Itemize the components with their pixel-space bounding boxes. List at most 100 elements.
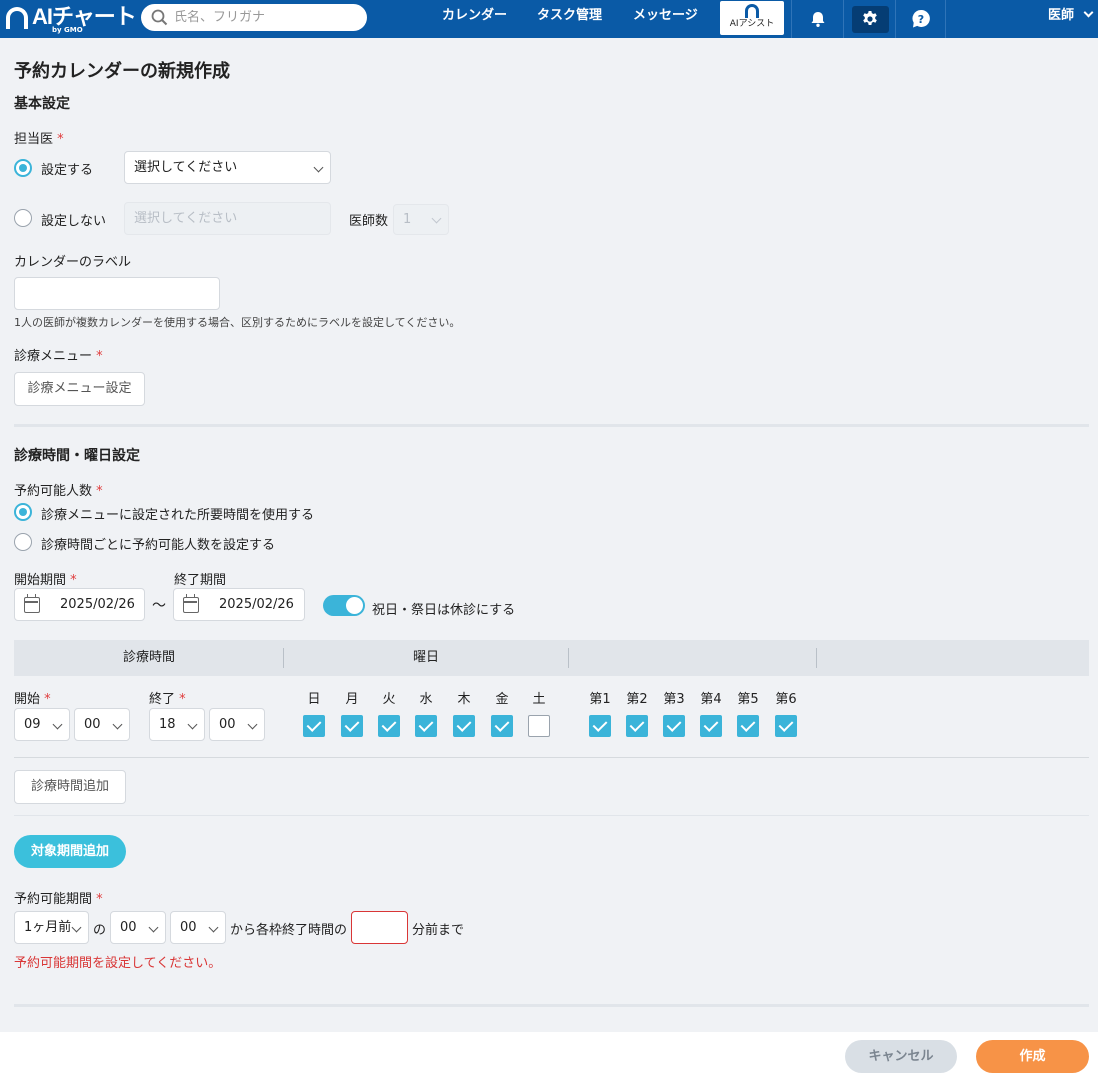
logo-arch-icon bbox=[6, 7, 28, 29]
booking-minutes-input[interactable] bbox=[351, 911, 408, 944]
week-label-6: 第6 bbox=[775, 692, 797, 707]
week-checkbox-5[interactable] bbox=[737, 715, 759, 737]
end-hour-value: 18 bbox=[159, 717, 176, 732]
action-footer: キャンセル 作成 bbox=[0, 1032, 1098, 1075]
row-divider bbox=[14, 757, 1089, 758]
start-minute-select[interactable]: 00 bbox=[74, 708, 130, 741]
nav-task[interactable]: タスク管理 bbox=[537, 0, 602, 38]
menu-label: 診療メニュー * bbox=[14, 345, 103, 364]
start-hour-select[interactable]: 09 bbox=[14, 708, 70, 741]
basic-section-title: 基本設定 bbox=[14, 96, 70, 112]
header-divider bbox=[791, 0, 792, 38]
search-input[interactable] bbox=[174, 10, 354, 25]
end-date-value: 2025/02/26 bbox=[219, 597, 294, 612]
ai-assist-button[interactable]: AIアシスト bbox=[720, 1, 784, 35]
header-time: 診療時間 bbox=[122, 650, 175, 665]
day-checkbox-wed[interactable] bbox=[415, 715, 437, 737]
required-mark: * bbox=[57, 132, 64, 147]
chevron-down-icon bbox=[148, 922, 159, 933]
day-checkbox-thu[interactable] bbox=[453, 715, 475, 737]
doctor-label-text: 担当医 bbox=[14, 132, 54, 147]
end-minute-select[interactable]: 00 bbox=[209, 708, 265, 741]
notifications-button[interactable] bbox=[796, 0, 840, 38]
week-checkbox-1[interactable] bbox=[589, 715, 611, 737]
start-date-value: 2025/02/26 bbox=[60, 597, 135, 612]
day-checkbox-fri[interactable] bbox=[491, 715, 513, 737]
day-checkbox-sat[interactable] bbox=[528, 715, 550, 737]
radio-capacity-per-time[interactable] bbox=[14, 533, 32, 551]
header-divider bbox=[895, 0, 896, 38]
calendar-icon bbox=[183, 594, 199, 613]
booking-until-text: 分前まで bbox=[412, 923, 465, 938]
menu-settings-button[interactable]: 診療メニュー設定 bbox=[14, 372, 145, 406]
search-icon bbox=[151, 9, 168, 26]
chevron-down-icon bbox=[1083, 7, 1093, 18]
header-divider bbox=[843, 0, 844, 38]
capacity-label-text: 予約可能人数 bbox=[14, 484, 93, 499]
doctor-count-value: 1 bbox=[403, 212, 412, 227]
patient-search[interactable] bbox=[141, 4, 367, 31]
doctor-label: 担当医 * bbox=[14, 128, 64, 147]
section-divider bbox=[14, 424, 1089, 427]
end-time-label-text: 終了 bbox=[149, 692, 176, 707]
holiday-toggle-label: 祝日・祭日は休診にする bbox=[372, 603, 516, 618]
chevron-down-icon bbox=[313, 162, 324, 173]
booking-period-label: 予約可能期間 * bbox=[14, 888, 103, 907]
doctor-select[interactable]: 選択してください bbox=[124, 151, 331, 184]
chevron-down-icon bbox=[208, 922, 219, 933]
booking-hour-value: 00 bbox=[120, 920, 137, 935]
radio-capacity-menu[interactable] bbox=[14, 503, 32, 521]
holiday-toggle[interactable] bbox=[323, 595, 365, 616]
chevron-down-icon bbox=[71, 922, 82, 933]
radio-set-doctor[interactable] bbox=[14, 159, 32, 177]
booking-minute-select[interactable]: 00 bbox=[170, 911, 226, 944]
week-checkbox-4[interactable] bbox=[700, 715, 722, 737]
start-time-label: 開始 * bbox=[14, 688, 51, 707]
start-hour-value: 09 bbox=[24, 717, 41, 732]
day-label-wed: 水 bbox=[419, 692, 433, 707]
day-label-tue: 火 bbox=[382, 692, 396, 707]
schedule-table-header: 診療時間 曜日 bbox=[14, 640, 1089, 676]
calendar-label-input[interactable] bbox=[14, 277, 220, 310]
week-checkbox-2[interactable] bbox=[626, 715, 648, 737]
booking-month-select[interactable]: 1ヶ月前 bbox=[14, 911, 89, 944]
day-label-thu: 木 bbox=[457, 692, 471, 707]
section-divider bbox=[14, 1004, 1089, 1007]
week-checkbox-6[interactable] bbox=[775, 715, 797, 737]
day-checkbox-tue[interactable] bbox=[378, 715, 400, 737]
main-content: 予約カレンダーの新規作成 基本設定 担当医 * 設定する 選択してください 設定… bbox=[0, 38, 1098, 1032]
nav-calendar[interactable]: カレンダー bbox=[442, 0, 507, 38]
settings-button[interactable] bbox=[848, 0, 892, 38]
day-label-mon: 月 bbox=[345, 692, 359, 707]
start-time-label-text: 開始 bbox=[14, 692, 41, 707]
radio-unset-doctor[interactable] bbox=[14, 209, 32, 227]
end-hour-select[interactable]: 18 bbox=[149, 708, 205, 741]
schedule-section-title: 診療時間・曜日設定 bbox=[14, 448, 140, 464]
required-mark: * bbox=[179, 692, 186, 707]
week-label-1: 第1 bbox=[589, 692, 611, 707]
start-date-picker[interactable]: 2025/02/26 bbox=[14, 588, 145, 621]
day-checkbox-mon[interactable] bbox=[341, 715, 363, 737]
week-checkbox-3[interactable] bbox=[663, 715, 685, 737]
week-label-2: 第2 bbox=[626, 692, 648, 707]
booking-hour-select[interactable]: 00 bbox=[110, 911, 166, 944]
cancel-button[interactable]: キャンセル bbox=[845, 1040, 957, 1073]
booking-of-text: の bbox=[93, 923, 107, 938]
nav-message[interactable]: メッセージ bbox=[633, 0, 698, 38]
help-button[interactable]: ? bbox=[899, 0, 943, 38]
radio-unset-doctor-label: 設定しない bbox=[41, 214, 107, 229]
svg-text:?: ? bbox=[918, 13, 924, 26]
header-divider bbox=[945, 0, 946, 38]
end-period-label: 終了期間 bbox=[174, 573, 227, 588]
add-period-button[interactable]: 対象期間追加 bbox=[14, 835, 126, 868]
day-checkbox-sun[interactable] bbox=[303, 715, 325, 737]
app-logo[interactable]: AIチャート by GMO bbox=[6, 4, 137, 34]
booking-month-value: 1ヶ月前 bbox=[24, 920, 72, 935]
add-time-button[interactable]: 診療時間追加 bbox=[14, 770, 126, 804]
user-menu[interactable]: 医師 bbox=[1048, 0, 1093, 38]
header-separator bbox=[568, 648, 569, 668]
week-label-5: 第5 bbox=[737, 692, 759, 707]
end-date-picker[interactable]: 2025/02/26 bbox=[173, 588, 305, 621]
day-label-sat: 土 bbox=[532, 692, 546, 707]
create-button[interactable]: 作成 bbox=[976, 1040, 1089, 1073]
